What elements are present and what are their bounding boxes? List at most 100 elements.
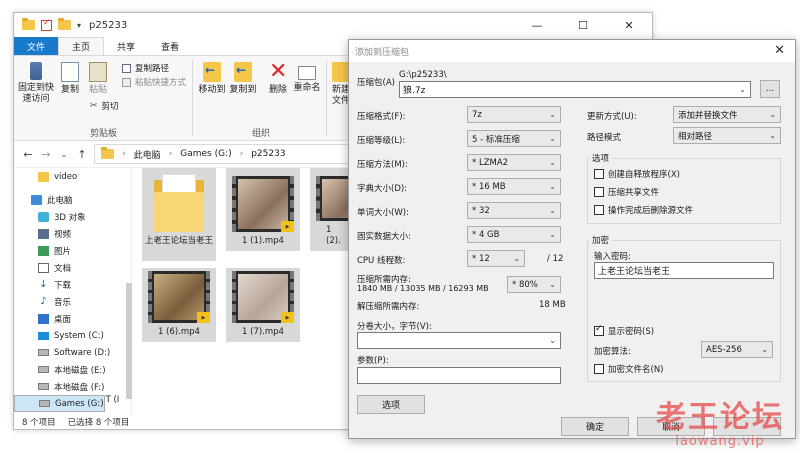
pictures-icon: [38, 245, 49, 256]
file-label: 1 (2).: [326, 225, 341, 246]
nav-item-documents[interactable]: 文档: [14, 259, 131, 276]
breadcrumb-drive[interactable]: Games (G:): [180, 149, 231, 159]
copy-button[interactable]: 复制: [58, 62, 82, 96]
browse-button[interactable]: ...: [760, 80, 780, 98]
nav-item-drive-g[interactable]: Games (G:): [14, 395, 105, 412]
tab-home[interactable]: 主页: [58, 37, 105, 55]
music-icon: ♪: [40, 295, 47, 307]
dialog-title: 添加到压缩包: [355, 47, 410, 58]
compress-shared-checkbox[interactable]: 压缩共享文件: [594, 186, 659, 198]
options-button[interactable]: 选项: [357, 395, 425, 414]
close-button[interactable]: ✕: [606, 13, 652, 37]
breadcrumb-this-pc[interactable]: 此电脑: [134, 148, 161, 161]
copy-to-label: 复制到: [229, 85, 257, 95]
chevron-down-icon[interactable]: ⌄: [739, 85, 746, 94]
nav-scrollbar-thumb[interactable]: [126, 283, 132, 399]
cut-button[interactable]: ✂ 剪切: [90, 100, 119, 112]
nav-item-downloads[interactable]: ↓ 下载: [14, 276, 131, 293]
memory-percent-select[interactable]: * 80% ⌄: [507, 276, 561, 293]
copy-to-button[interactable]: 复制到: [228, 62, 258, 96]
move-to-button[interactable]: 移动到: [198, 62, 226, 96]
path-mode-select[interactable]: 相对路径 ⌄: [673, 127, 781, 144]
back-arrow-icon[interactable]: ←: [22, 148, 34, 161]
new-folder-icon[interactable]: [58, 18, 71, 30]
password-input[interactable]: 上老王论坛当老王: [594, 262, 774, 279]
nav-item-drive-c[interactable]: System (C:): [14, 327, 131, 344]
threads-select[interactable]: * 12 ⌄: [467, 250, 525, 267]
nav-item-this-pc[interactable]: 此电脑: [14, 191, 131, 208]
watermark-url: laowang.vip: [675, 434, 765, 449]
folder-icon: [101, 147, 114, 159]
archive-name-field[interactable]: 狼.7z ⌄: [399, 81, 751, 98]
move-to-icon: [203, 62, 221, 82]
tab-file[interactable]: 文件: [14, 37, 59, 55]
copy-icon: [61, 62, 79, 82]
nav-item-desktop[interactable]: 桌面: [14, 310, 131, 327]
folder-icon: [38, 171, 49, 182]
format-select[interactable]: 7z ⌄: [467, 106, 561, 123]
solid-size-select[interactable]: * 4 GB ⌄: [467, 226, 561, 243]
tab-view[interactable]: 查看: [148, 37, 192, 55]
drive-icon: [38, 383, 49, 390]
drive-icon: [39, 400, 50, 407]
properties-icon[interactable]: [41, 18, 52, 31]
item-count: 8 个项目: [22, 417, 56, 428]
split-size-combobox[interactable]: ⌄: [357, 332, 561, 349]
nav-label: 此电脑: [47, 195, 73, 206]
ok-button[interactable]: 确定: [561, 417, 629, 436]
quick-access-dropdown-icon[interactable]: ▾: [77, 21, 81, 30]
nav-item-3d-objects[interactable]: 3D 对象: [14, 208, 131, 225]
nav-item-music[interactable]: ♪ 音乐: [14, 293, 131, 310]
encrypt-filenames-checkbox[interactable]: 加密文件名(N): [594, 363, 664, 375]
parameters-input[interactable]: [357, 367, 561, 384]
ribbon-separator: [192, 60, 193, 136]
encryption-method-select[interactable]: AES-256 ⌄: [701, 341, 773, 358]
encryption-group-label: 加密: [589, 234, 613, 246]
video-thumbnail: ▶: [148, 271, 210, 323]
paste-icon: [89, 62, 107, 82]
path-mode-value: 相对路径: [678, 131, 713, 142]
nav-item-video[interactable]: video: [14, 168, 131, 185]
memory-percent-value: * 80%: [512, 279, 538, 290]
show-password-checkbox[interactable]: 显示密码(S): [594, 324, 654, 337]
file-item-video[interactable]: ▶ 1 (1).mp4: [226, 168, 300, 251]
paste-shortcut-button[interactable]: 粘贴快捷方式: [122, 76, 186, 88]
forward-arrow-icon[interactable]: →: [40, 148, 52, 161]
update-mode-select[interactable]: 添加并替换文件 ⌄: [673, 106, 781, 123]
nav-item-drive-e[interactable]: 本地磁盘 (E:): [14, 361, 131, 378]
file-item-video[interactable]: ▶ 1 (7).mp4: [226, 268, 300, 342]
nav-item-drive-f[interactable]: 本地磁盘 (F:): [14, 378, 131, 395]
paste-button[interactable]: 粘贴: [86, 62, 110, 96]
nav-label: 文档: [54, 263, 72, 274]
method-select[interactable]: * LZMA2 ⌄: [467, 154, 561, 171]
pin-quick-access-button[interactable]: 固定到快 速访问: [18, 62, 54, 105]
nav-scrollbar[interactable]: [126, 168, 132, 416]
nav-item-pictures[interactable]: 图片: [14, 242, 131, 259]
recent-dropdown-icon[interactable]: ⌄: [58, 150, 70, 159]
create-sfx-checkbox[interactable]: 创建自释放程序(X): [594, 168, 680, 180]
file-item-video[interactable]: ▶ 1 (6).mp4: [142, 268, 216, 342]
archive-label: 压缩包(A): [357, 78, 395, 88]
copy-path-button[interactable]: 复制路径: [122, 62, 169, 74]
watermark: 老王论坛 laowang.vip: [656, 402, 784, 450]
delete-after-checkbox[interactable]: 操作完成后删除源文件: [594, 204, 693, 216]
up-arrow-icon[interactable]: ↑: [76, 148, 88, 161]
minimize-button[interactable]: —: [514, 13, 560, 37]
pin-label: 固定到快 速访问: [18, 83, 55, 104]
nav-label: System (C:): [54, 330, 104, 341]
maximize-button[interactable]: ☐: [560, 13, 606, 37]
breadcrumb-folder[interactable]: p25233: [251, 149, 285, 159]
windows-drive-icon: [38, 331, 49, 340]
level-select[interactable]: 5 - 标准压缩 ⌄: [467, 130, 561, 147]
dictionary-select[interactable]: * 16 MB ⌄: [467, 178, 561, 195]
nav-item-drive-d[interactable]: Software (D:): [14, 344, 131, 361]
delete-button[interactable]: ✕ 删除: [266, 61, 290, 96]
close-icon[interactable]: ✕: [774, 43, 785, 58]
word-size-select[interactable]: * 32 ⌄: [467, 202, 561, 219]
threads-label: CPU 线程数:: [357, 256, 406, 266]
file-item-folder[interactable]: 上老王论坛当老王: [142, 168, 216, 261]
tab-share[interactable]: 共享: [104, 37, 148, 55]
rename-button[interactable]: 重命名: [292, 62, 322, 94]
file-item-video[interactable]: 1 (2).: [310, 168, 350, 251]
nav-item-videos[interactable]: 视频: [14, 225, 131, 242]
